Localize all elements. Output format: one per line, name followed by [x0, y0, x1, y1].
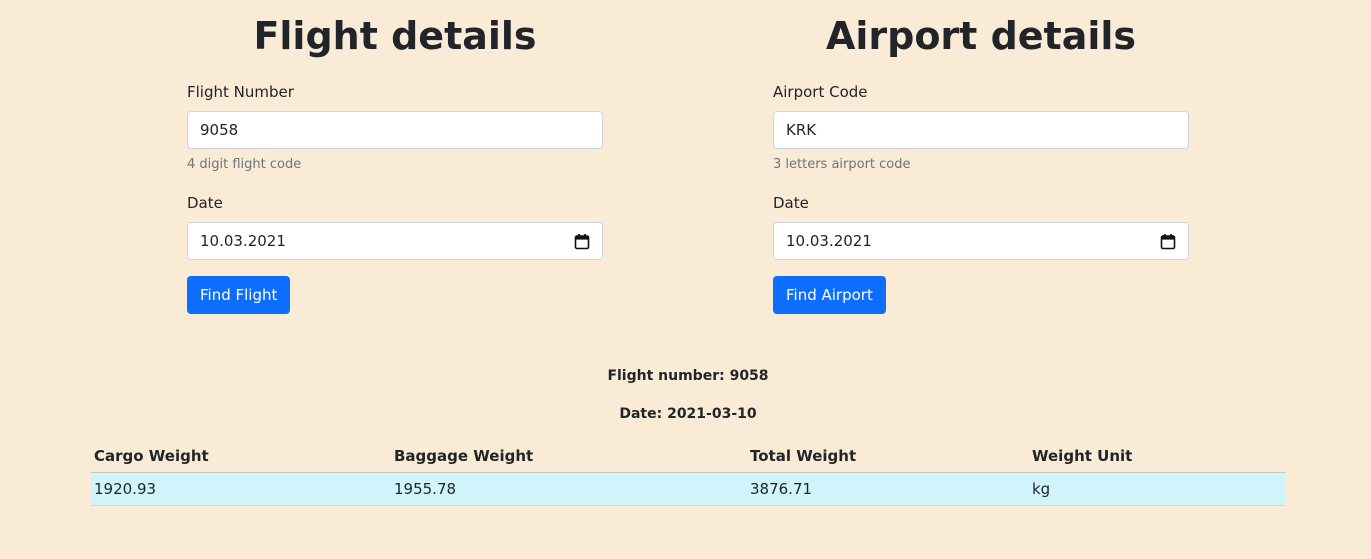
table-row: 1920.93 1955.78 3876.71 kg	[91, 472, 1285, 506]
column-header: Weight Unit	[1029, 440, 1285, 473]
flight-number-label: Flight Number	[187, 83, 294, 101]
airport-code-input[interactable]: KRK	[773, 111, 1189, 149]
table-cell: 1955.78	[391, 472, 747, 506]
weight-results-table: Cargo Weight Baggage Weight Total Weight…	[91, 440, 1285, 506]
column-header: Cargo Weight	[91, 440, 391, 473]
table-header-row: Cargo Weight Baggage Weight Total Weight…	[91, 440, 1285, 473]
flight-number-value: 9058	[200, 121, 239, 139]
calendar-icon[interactable]	[1160, 233, 1176, 250]
result-date-label: Date:	[619, 406, 663, 422]
find-flight-button[interactable]: Find Flight	[187, 276, 291, 314]
calendar-icon[interactable]	[574, 233, 590, 250]
flight-date-input[interactable]: 10.03.2021	[187, 222, 603, 260]
result-date: Date: 2021-03-10	[0, 405, 1371, 423]
airport-code-value: KRK	[786, 121, 817, 139]
flight-date-value: 10.03.2021	[200, 232, 286, 250]
flight-details-title: Flight details	[253, 14, 537, 58]
flight-date-label: Date	[187, 194, 223, 212]
table-cell: 1920.93	[91, 472, 391, 506]
table-cell: kg	[1029, 472, 1285, 506]
result-flight-number-value: 9058	[729, 368, 769, 384]
column-header: Baggage Weight	[391, 440, 747, 473]
airport-code-help: 3 letters airport code	[773, 157, 911, 172]
find-airport-button[interactable]: Find Airport	[773, 276, 886, 314]
table-cell: 3876.71	[747, 472, 1029, 506]
result-flight-number-label: Flight number:	[607, 368, 725, 384]
result-flight-number: Flight number: 9058	[0, 367, 1371, 385]
airport-date-value: 10.03.2021	[786, 232, 872, 250]
column-header: Total Weight	[747, 440, 1029, 473]
airport-details-title: Airport details	[825, 14, 1137, 58]
flight-number-input[interactable]: 9058	[187, 111, 603, 149]
result-date-value: 2021-03-10	[667, 406, 757, 422]
airport-code-label: Airport Code	[773, 83, 868, 101]
airport-date-input[interactable]: 10.03.2021	[773, 222, 1189, 260]
flight-number-help: 4 digit flight code	[187, 157, 302, 172]
airport-date-label: Date	[773, 194, 809, 212]
